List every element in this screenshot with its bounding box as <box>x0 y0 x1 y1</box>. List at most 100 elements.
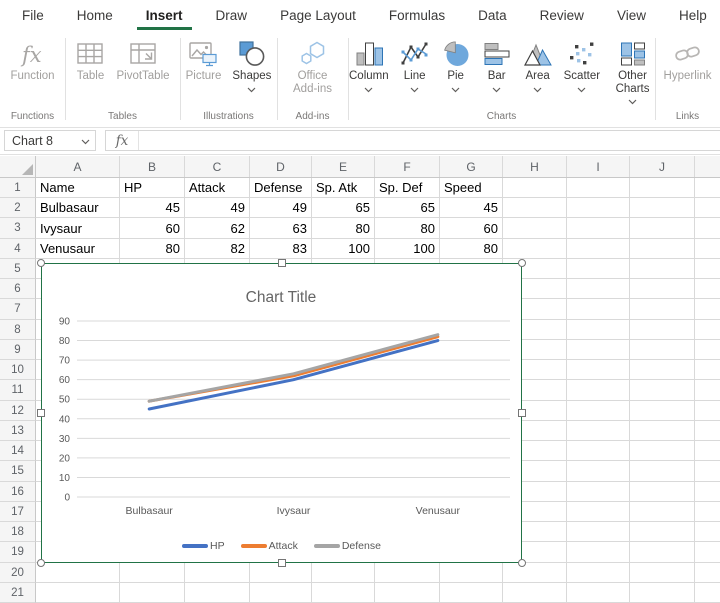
cell-J3[interactable] <box>630 218 695 239</box>
column-button[interactable]: Column <box>348 37 390 93</box>
cell-I10[interactable] <box>567 360 630 380</box>
tab-draw[interactable]: Draw <box>216 0 248 30</box>
row-header-6[interactable]: 6 <box>0 279 36 299</box>
cell-H3[interactable] <box>503 218 567 239</box>
cell-F1[interactable]: Sp. Def <box>375 178 440 198</box>
line-button[interactable]: Line <box>399 37 431 93</box>
cell-J20[interactable] <box>630 563 695 583</box>
tab-help[interactable]: Help <box>679 0 707 30</box>
chart-resize-handle-top[interactable] <box>278 259 286 267</box>
row-header-3[interactable]: 3 <box>0 218 36 239</box>
cell-E20[interactable] <box>312 563 375 583</box>
tab-view[interactable]: View <box>617 0 646 30</box>
cell-B4[interactable]: 80 <box>120 239 185 259</box>
column-header-b[interactable]: B <box>120 156 185 177</box>
cell-J17[interactable] <box>630 502 695 522</box>
cell-I14[interactable] <box>567 441 630 461</box>
cell-I21[interactable] <box>567 583 630 603</box>
column-header-e[interactable]: E <box>312 156 375 177</box>
cell-G3[interactable]: 60 <box>440 218 503 239</box>
chart-resize-handle-bottom[interactable] <box>278 559 286 567</box>
cell-A4[interactable]: Venusaur <box>36 239 120 259</box>
cell-I1[interactable] <box>567 178 630 198</box>
cell-J15[interactable] <box>630 461 695 482</box>
cell-J1[interactable] <box>630 178 695 198</box>
cell-C2[interactable]: 49 <box>185 198 250 218</box>
row-header-9[interactable]: 9 <box>0 340 36 360</box>
name-box[interactable]: Chart 8 <box>4 130 96 151</box>
row-header-11[interactable]: 11 <box>0 380 36 401</box>
cell-B3[interactable]: 60 <box>120 218 185 239</box>
tab-formulas[interactable]: Formulas <box>389 0 445 30</box>
row-header-12[interactable]: 12 <box>0 401 36 421</box>
cell-D4[interactable]: 83 <box>250 239 312 259</box>
column-header-j[interactable]: J <box>630 156 695 177</box>
cell-I2[interactable] <box>567 198 630 218</box>
cell-I11[interactable] <box>567 380 630 401</box>
row-header-15[interactable]: 15 <box>0 461 36 482</box>
cell-F2[interactable]: 65 <box>375 198 440 218</box>
cell-H4[interactable] <box>503 239 567 259</box>
chart-resize-handle-right[interactable] <box>518 409 526 417</box>
column-header-d[interactable]: D <box>250 156 312 177</box>
column-header-i[interactable]: I <box>567 156 630 177</box>
column-header-a[interactable]: A <box>36 156 120 177</box>
chart-resize-handle-top-left[interactable] <box>37 259 45 267</box>
tab-page-layout[interactable]: Page Layout <box>280 0 356 30</box>
row-header-1[interactable]: 1 <box>0 178 36 198</box>
cell-I6[interactable] <box>567 279 630 299</box>
tab-file[interactable]: File <box>22 0 44 30</box>
cell-A21[interactable] <box>36 583 120 603</box>
embedded-chart[interactable]: Chart Title0102030405060708090BulbasaurI… <box>41 263 522 563</box>
row-header-19[interactable]: 19 <box>0 542 36 563</box>
cell-D1[interactable]: Defense <box>250 178 312 198</box>
cell-D2[interactable]: 49 <box>250 198 312 218</box>
row-header-21[interactable]: 21 <box>0 583 36 603</box>
column-header-g[interactable]: G <box>440 156 503 177</box>
chart-resize-handle-bottom-left[interactable] <box>37 559 45 567</box>
cell-I5[interactable] <box>567 259 630 279</box>
cell-G4[interactable]: 80 <box>440 239 503 259</box>
cell-H2[interactable] <box>503 198 567 218</box>
cell-B20[interactable] <box>120 563 185 583</box>
row-header-7[interactable]: 7 <box>0 299 36 320</box>
pie-button[interactable]: Pie <box>440 37 472 93</box>
column-header-f[interactable]: F <box>375 156 440 177</box>
cell-I12[interactable] <box>567 401 630 421</box>
cell-I17[interactable] <box>567 502 630 522</box>
cell-J9[interactable] <box>630 340 695 360</box>
cell-C3[interactable]: 62 <box>185 218 250 239</box>
cell-D3[interactable]: 63 <box>250 218 312 239</box>
shapes-button[interactable]: Shapes <box>231 37 272 93</box>
cell-E1[interactable]: Sp. Atk <box>312 178 375 198</box>
tab-data[interactable]: Data <box>478 0 507 30</box>
row-header-2[interactable]: 2 <box>0 198 36 218</box>
cell-I8[interactable] <box>567 320 630 340</box>
chart-resize-handle-bottom-right[interactable] <box>518 559 526 567</box>
cell-A2[interactable]: Bulbasaur <box>36 198 120 218</box>
chart-resize-handle-left[interactable] <box>37 409 45 417</box>
cell-A1[interactable]: Name <box>36 178 120 198</box>
cell-I20[interactable] <box>567 563 630 583</box>
cell-J16[interactable] <box>630 482 695 502</box>
cell-J12[interactable] <box>630 401 695 421</box>
cell-H21[interactable] <box>503 583 567 603</box>
cell-I13[interactable] <box>567 421 630 441</box>
row-header-17[interactable]: 17 <box>0 502 36 522</box>
cell-G21[interactable] <box>440 583 503 603</box>
other-charts-button[interactable]: Other Charts <box>610 37 655 109</box>
row-header-14[interactable]: 14 <box>0 441 36 461</box>
cell-I16[interactable] <box>567 482 630 502</box>
cell-E21[interactable] <box>312 583 375 603</box>
area-button[interactable]: Area <box>522 37 554 93</box>
cell-C20[interactable] <box>185 563 250 583</box>
cell-J18[interactable] <box>630 522 695 542</box>
cell-F4[interactable]: 100 <box>375 239 440 259</box>
cell-J4[interactable] <box>630 239 695 259</box>
tab-insert[interactable]: Insert <box>146 0 183 30</box>
row-header-13[interactable]: 13 <box>0 421 36 441</box>
cell-I4[interactable] <box>567 239 630 259</box>
row-header-16[interactable]: 16 <box>0 482 36 502</box>
cell-G1[interactable]: Speed <box>440 178 503 198</box>
cell-B1[interactable]: HP <box>120 178 185 198</box>
